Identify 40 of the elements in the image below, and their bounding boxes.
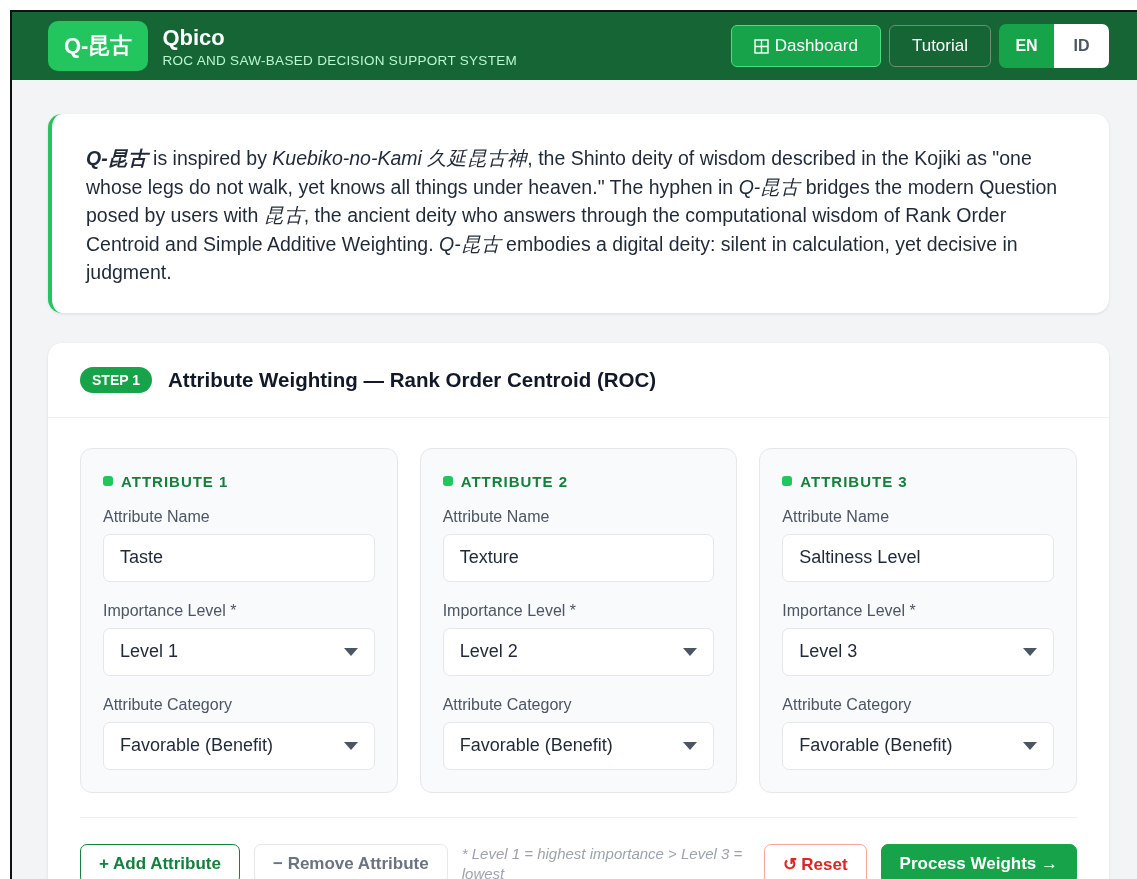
intro-paragraph: Q-昆古 is inspired by Kuebiko-no-Kami 久延昆古神, the Shinto deity of wisdom described in the Kojiki as "one whose legs do not walk, yet knows all things under heaven." The hyphen in Q-昆古 bridges the modern Question posed by users with 昆古, the ancient deity who answers through the computational wisdom of Rank Order Centroid and Simple Additive Weighting. Q-昆古 embodies a digital deity: silent in calculation, yet decisive in judgment. — [86, 146, 1059, 285]
app-subtitle: ROC AND SAW-BASED DECISION SUPPORT SYSTEM — [162, 52, 519, 68]
field-label: Attribute Name — [103, 507, 211, 526]
field-label: Importance Level * — [782, 601, 917, 620]
footnote: * Level 1 = highest importance > Level 3 = lowest — [461, 844, 744, 879]
field-label: Attribute Name — [782, 507, 891, 526]
caret-icon — [1023, 741, 1037, 750]
grid-icon — [753, 38, 769, 54]
nav-button[interactable]: Tutorial — [888, 25, 991, 67]
dropdown[interactable]: Favorable (Benefit) — [782, 721, 1054, 770]
dropdown[interactable]: Level 2 — [442, 627, 715, 676]
field-label: Importance Level * — [103, 601, 238, 620]
caret-icon — [343, 647, 358, 656]
field-label: Attribute Category — [782, 695, 913, 714]
caret-icon — [683, 647, 698, 656]
action-button[interactable]: − Remove Attribute — [254, 844, 448, 879]
step-badge: STEP 1 — [80, 366, 152, 393]
caret-icon — [343, 741, 358, 750]
dropdown[interactable]: Favorable (Benefit) — [442, 721, 715, 770]
dropdown[interactable]: Favorable (Benefit) — [103, 721, 375, 770]
caret-icon — [1023, 647, 1037, 656]
app-title: Qbico — [162, 24, 226, 51]
dropdown[interactable]: Level 1 — [103, 627, 375, 676]
action-button[interactable]: + Add Attribute — [80, 844, 240, 879]
action-button[interactable]: ↺ Reset — [763, 843, 867, 879]
caret-icon — [683, 741, 698, 750]
input-field[interactable]: Taste — [103, 533, 375, 582]
attribute-heading: ATTRIBUTE 3 — [800, 472, 908, 490]
logo-badge: Q-昆古 — [48, 21, 149, 71]
dropdown[interactable]: Level 3 — [782, 627, 1054, 676]
attribute-heading: ATTRIBUTE 1 — [121, 472, 229, 490]
field-label: Importance Level * — [442, 601, 578, 620]
step-title: Attribute Weighting — Rank Order Centroid (ROC) — [168, 367, 657, 392]
field-label: Attribute Category — [103, 695, 233, 714]
attribute-heading: ATTRIBUTE 2 — [460, 472, 569, 490]
language-tab[interactable]: ID — [1054, 24, 1109, 68]
input-field[interactable]: Texture — [442, 533, 715, 582]
field-label: Attribute Category — [442, 695, 573, 714]
field-label: Attribute Name — [442, 507, 551, 526]
input-field[interactable]: Saltiness Level — [782, 533, 1054, 582]
